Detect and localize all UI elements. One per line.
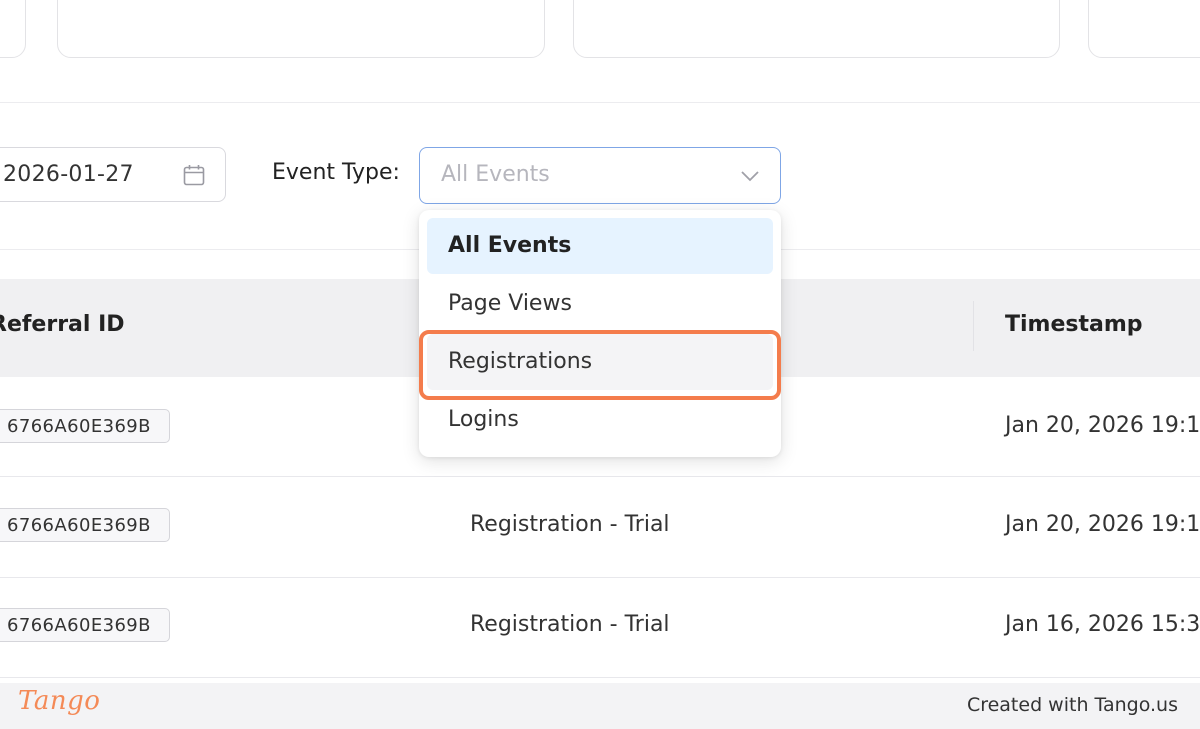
event-type-label: Event Type: — [272, 160, 400, 185]
event-cell: Registration - Trial — [470, 512, 670, 537]
tango-logo: Tango — [18, 686, 101, 716]
timestamp-cell: Jan 20, 2026 19:1 — [1005, 512, 1200, 537]
event-type-select[interactable]: All Events — [419, 147, 781, 204]
summary-card-3 — [573, 0, 1060, 58]
footer-credit: Created with Tango.us — [966, 694, 1178, 716]
event-type-placeholder: All Events — [441, 162, 550, 187]
footer-bar: Tango Created with Tango.us — [0, 683, 1200, 729]
summary-card-4 — [1088, 0, 1200, 58]
summary-card-2 — [57, 0, 545, 58]
referral-id-badge: 6766A60E369B — [0, 608, 170, 642]
section-divider — [0, 102, 1200, 103]
step-highlight-box — [419, 330, 781, 400]
option-all-events[interactable]: All Events — [427, 218, 773, 274]
referral-id-badge: 6766A60E369B — [0, 508, 170, 542]
option-page-views[interactable]: Page Views — [427, 276, 773, 332]
row-divider — [0, 476, 1200, 477]
summary-card-1 — [0, 0, 26, 58]
row-divider — [0, 677, 1200, 678]
timestamp-cell: Jan 16, 2026 15:3 — [1005, 612, 1200, 637]
timestamp-cell: Jan 20, 2026 19:1 — [1005, 413, 1200, 438]
calendar-icon[interactable] — [183, 164, 205, 186]
option-logins[interactable]: Logins — [427, 392, 773, 448]
event-cell: Registration - Trial — [470, 612, 670, 637]
date-input[interactable]: 2026-01-27 — [0, 147, 226, 202]
row-divider — [0, 577, 1200, 578]
chevron-down-icon — [741, 171, 759, 182]
column-separator — [973, 301, 974, 351]
referral-id-badge: 6766A60E369B — [0, 409, 170, 443]
column-header-timestamp[interactable]: Timestamp — [1005, 312, 1143, 337]
column-header-referral-id[interactable]: Referral ID — [0, 312, 125, 337]
date-value: 2026-01-27 — [3, 162, 134, 187]
